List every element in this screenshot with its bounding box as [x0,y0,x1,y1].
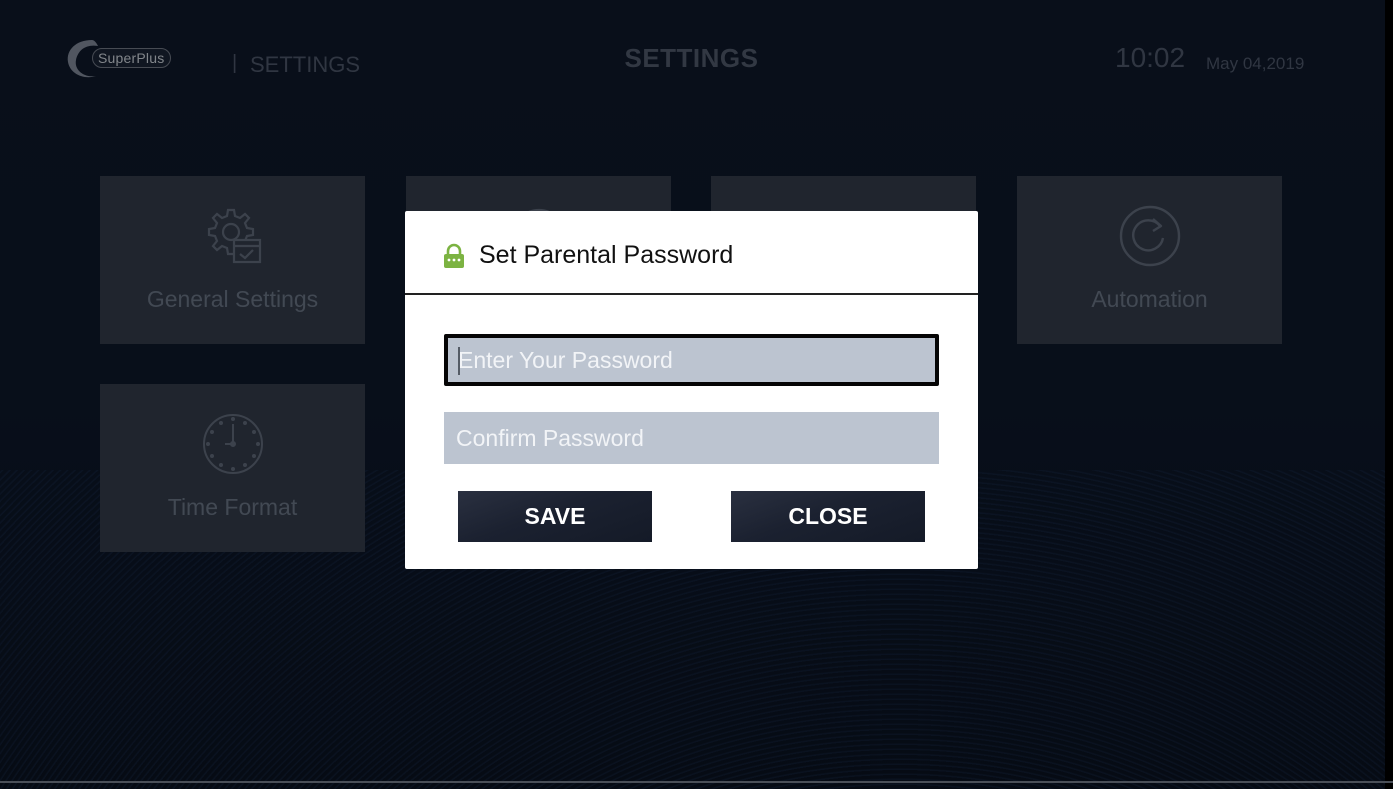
right-edge-bar [1385,0,1393,789]
close-button[interactable]: CLOSE [731,491,925,542]
password-input[interactable] [444,334,939,386]
confirm-password-input[interactable] [444,412,939,464]
text-caret [458,347,460,375]
settings-screen: SuperPlus | SETTINGS SETTINGS 10:02 May … [0,0,1393,789]
bottom-divider [0,781,1393,783]
save-button[interactable]: SAVE [458,491,652,542]
parental-password-dialog: Set Parental Password SAVE CLOSE [405,211,978,569]
dialog-title: Set Parental Password [479,241,734,269]
dialog-header: Set Parental Password [405,211,978,295]
lock-icon [444,243,464,268]
